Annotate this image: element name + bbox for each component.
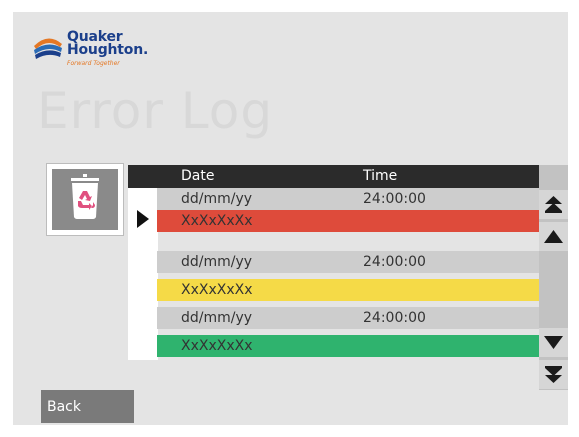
- trash-recycle-icon: [71, 174, 99, 219]
- row-date: dd/mm/yy: [181, 254, 253, 270]
- table-row[interactable]: dd/mm/yy 24:00:00: [157, 307, 539, 329]
- row-date: dd/mm/yy: [181, 191, 253, 207]
- triangle-down-icon: [544, 336, 563, 349]
- clear-log-button[interactable]: [46, 163, 124, 236]
- page-title: Error Log: [37, 82, 274, 140]
- logo-mark-icon: [34, 38, 62, 59]
- table-row[interactable]: dd/mm/yy 24:00:00: [157, 188, 539, 210]
- brand-name-line2: Houghton.: [67, 42, 149, 58]
- double-chevron-up-icon: [545, 196, 562, 213]
- column-header-time: Time: [363, 168, 398, 184]
- back-button[interactable]: Back: [41, 390, 134, 423]
- column-header-date: Date: [181, 168, 215, 184]
- row-time: 24:00:00: [363, 191, 426, 207]
- row-message: XxXxXxXx: [181, 213, 253, 229]
- table-row[interactable]: dd/mm/yy 24:00:00: [157, 251, 539, 273]
- warning-message-row[interactable]: XxXxXxXx: [157, 279, 539, 301]
- triangle-right-icon: [137, 210, 149, 228]
- row-message: XxXxXxXx: [181, 282, 253, 298]
- row-message: XxXxXxXx: [181, 338, 253, 354]
- table-header: Date Time: [128, 165, 539, 188]
- row-date: dd/mm/yy: [181, 310, 253, 326]
- company-logo: Quaker Houghton. Forward Together: [32, 30, 162, 78]
- scroll-up-button[interactable]: [539, 222, 568, 251]
- ok-message-row[interactable]: XxXxXxXx: [157, 335, 539, 357]
- scroll-top-button[interactable]: [539, 190, 568, 219]
- scroll-bottom-button[interactable]: [539, 360, 568, 389]
- triangle-up-icon: [544, 230, 563, 243]
- error-message-row[interactable]: XxXxXxXx: [157, 210, 539, 232]
- error-log-table: Date Time: [128, 165, 539, 188]
- scroll-down-button[interactable]: [539, 328, 568, 357]
- clear-log-button-face: [52, 169, 118, 230]
- brand-tagline: Forward Together: [67, 60, 120, 67]
- row-time: 24:00:00: [363, 254, 426, 270]
- row-time: 24:00:00: [363, 310, 426, 326]
- double-chevron-down-icon: [545, 366, 562, 383]
